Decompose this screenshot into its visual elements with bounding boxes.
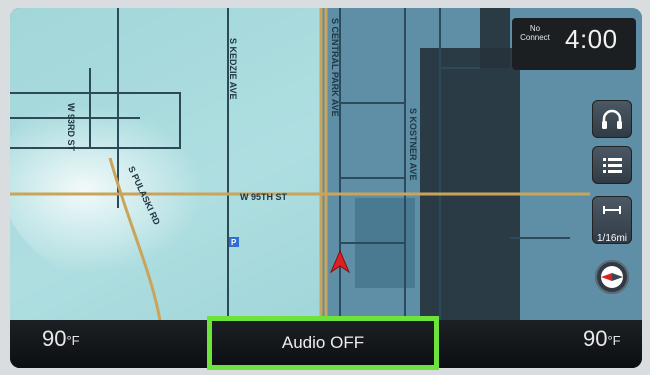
street-label-95th: W 95TH ST	[240, 192, 288, 202]
svg-text:P: P	[231, 238, 237, 247]
street-label-kostner: S KOSTNER AVE	[408, 108, 418, 181]
compass-icon	[601, 266, 623, 288]
compass-button[interactable]	[595, 260, 629, 294]
scale-bar-icon	[603, 206, 621, 214]
menu-button[interactable]	[592, 146, 632, 184]
connection-status: No Connect	[520, 24, 550, 42]
temperature-right[interactable]: 90°F	[583, 326, 621, 352]
street-label-w93rd: W 93RD ST	[66, 103, 76, 152]
temperature-left[interactable]: 90°F	[42, 326, 80, 352]
clock: 4:00	[565, 24, 618, 54]
headphones-icon	[602, 109, 622, 129]
map-dark-block	[420, 48, 520, 320]
parking-icon: P	[229, 237, 239, 247]
list-icon	[603, 158, 622, 173]
audio-source-button[interactable]	[592, 100, 632, 138]
temperature-right-value: 90	[583, 326, 608, 351]
temperature-left-value: 90	[42, 326, 67, 351]
street-label-kedzie: S KEDZIE AVE	[228, 38, 238, 100]
temperature-right-unit: °F	[607, 333, 621, 348]
temperature-left-unit: °F	[66, 333, 80, 348]
street-label-central-park: S CENTRAL PARK AVE	[330, 18, 340, 117]
audio-status-label[interactable]: Audio OFF	[212, 333, 434, 353]
navigation-screen: W 93RD ST S KEDZIE AVE S CENTRAL PARK AV…	[10, 8, 642, 368]
map-scale-label: 1/16mi	[596, 233, 627, 244]
